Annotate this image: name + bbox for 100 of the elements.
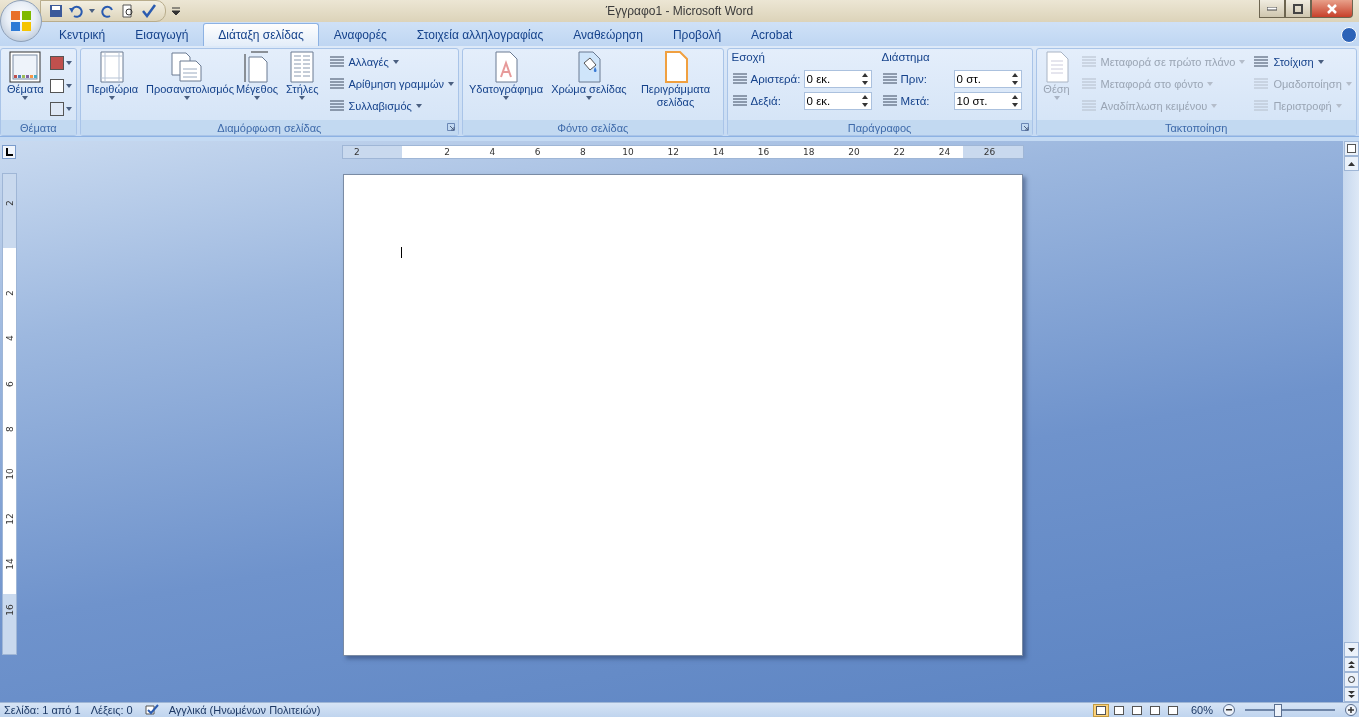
ruler-number: 14 — [4, 557, 15, 571]
left-tab-icon — [5, 148, 13, 156]
ribbon-button[interactable]: Αλλαγές — [328, 52, 454, 72]
ribbon-button[interactable]: Μέγεθος — [234, 51, 281, 120]
dialog-launcher-icon[interactable] — [447, 123, 455, 131]
ribbon-button[interactable]: Περιγράμματα σελίδας — [632, 51, 719, 120]
previous-page-button[interactable] — [1343, 657, 1359, 672]
layout-icon — [1113, 705, 1124, 715]
ribbon-tab[interactable]: Αναφορές — [318, 23, 402, 46]
caret-icon — [22, 96, 29, 100]
caret-icon — [65, 106, 72, 111]
spinner-icon[interactable] — [860, 94, 869, 108]
circle-icon — [1347, 676, 1355, 683]
help-icon[interactable] — [1341, 27, 1357, 43]
view-button[interactable] — [1092, 703, 1109, 717]
zoom-out-button[interactable] — [1223, 704, 1235, 716]
spin-field[interactable]: 0 εκ. — [803, 70, 872, 88]
ruler-number: 24 — [938, 146, 951, 158]
ruler-number: 18 — [803, 146, 815, 158]
ribbon-button[interactable]: Θέματα — [5, 51, 46, 120]
minimize-button[interactable] — [1259, 0, 1285, 18]
margins-icon — [98, 51, 127, 83]
section-heading: Διάστημα — [881, 51, 931, 65]
ribbon-button[interactable]: Χρώμα σελίδας — [549, 51, 629, 120]
ruler-number: 6 — [534, 146, 541, 158]
ribbon-tab[interactable]: Προβολή — [657, 23, 737, 46]
redo-icon[interactable] — [101, 4, 115, 18]
ruler-number: 2 — [444, 146, 451, 158]
caret-icon — [89, 9, 95, 13]
scroll-up-button[interactable] — [1343, 156, 1359, 171]
zoom-level[interactable]: 60% — [1190, 704, 1213, 716]
zoom-in-button[interactable] — [1345, 704, 1357, 716]
ruler-number: 2 — [353, 146, 360, 158]
group-label: Παράγραφος — [847, 121, 912, 134]
spin-field[interactable]: 10 στ. — [953, 92, 1022, 110]
save-icon[interactable] — [49, 4, 63, 18]
ruler-number: 8 — [4, 424, 15, 434]
spin-field[interactable]: 0 στ. — [953, 70, 1022, 88]
layout-icon — [1167, 705, 1178, 715]
minus-icon — [1226, 709, 1232, 711]
customize-caret-icon[interactable] — [172, 7, 180, 15]
ribbon-tab[interactable]: Κεντρική — [44, 23, 121, 46]
zoom-thumb[interactable] — [1274, 703, 1283, 717]
caret-icon — [448, 82, 454, 86]
lines-icon — [328, 55, 345, 69]
up-arrow-icon — [1347, 161, 1355, 166]
caret-icon — [1239, 60, 1246, 64]
ruler-number: 2 — [4, 289, 15, 299]
theme-effects-icon — [49, 101, 64, 116]
dialog-launcher-icon[interactable] — [1020, 123, 1029, 131]
language-label[interactable]: Αγγλικά (Ηνωμένων Πολιτειών) — [168, 704, 321, 716]
view-ruler-button[interactable] — [1343, 141, 1359, 156]
spin-field[interactable]: 0 εκ. — [803, 92, 872, 110]
undo-icon[interactable] — [69, 4, 83, 18]
ruler-number: 4 — [4, 334, 15, 344]
ruler-icon — [1346, 144, 1356, 153]
ruler-number: 14 — [712, 146, 725, 158]
ribbon-button[interactable]: Περιθώρια — [84, 51, 141, 120]
ruler-number: 8 — [579, 146, 586, 158]
caret-icon — [585, 96, 592, 100]
word-count[interactable]: Λέξεις: 0 — [90, 704, 133, 716]
lines-icon — [1253, 77, 1270, 91]
ruler-number: 26 — [983, 146, 996, 158]
ribbon-button[interactable]: Υδατογράφημα — [467, 51, 546, 120]
field-label: Δεξιά: — [750, 95, 782, 107]
office-button[interactable] — [0, 0, 42, 42]
spinner-icon[interactable] — [1010, 94, 1019, 108]
double-down-arrow-icon — [1347, 691, 1355, 698]
ribbon-tab[interactable]: Διάταξη σελίδας — [203, 23, 319, 46]
next-page-button[interactable] — [1343, 687, 1359, 702]
ribbon-tab[interactable]: Acrobat — [736, 23, 808, 46]
browse-object-button[interactable] — [1343, 672, 1359, 687]
caret-icon — [1207, 82, 1214, 86]
spinner-icon[interactable] — [860, 72, 869, 86]
ribbon-button[interactable]: Στοίχιση — [1253, 52, 1352, 72]
print-preview-icon[interactable] — [121, 4, 135, 18]
theme-colors-icon — [49, 55, 64, 70]
ruler-number: 12 — [4, 512, 15, 526]
ribbon-button[interactable]: Συλλαβισμός — [328, 96, 454, 116]
ruler-number: 16 — [4, 603, 15, 617]
ribbon-tab[interactable]: Στοιχεία αλληλογραφίας — [401, 23, 559, 46]
scroll-down-button[interactable] — [1343, 642, 1359, 657]
ribbon-tab[interactable]: Αναθεώρηση — [558, 23, 658, 46]
ribbon-tab[interactable]: Εισαγωγή — [120, 23, 204, 46]
spinner-icon[interactable] — [1010, 72, 1019, 86]
ribbon-button[interactable]: Στήλες — [284, 51, 321, 120]
caret-icon — [254, 96, 261, 100]
group-label: Διαμόρφωση σελίδας — [217, 121, 322, 134]
ruler-number: 20 — [848, 146, 860, 158]
layout-icon — [1131, 705, 1142, 715]
page-count[interactable]: Σελίδα: 1 από 1 — [4, 704, 81, 716]
close-button[interactable] — [1311, 0, 1353, 18]
down-arrow-icon — [1347, 647, 1355, 652]
restore-button[interactable] — [1285, 0, 1311, 18]
spelling-check-icon[interactable] — [141, 4, 157, 18]
group-label: Τακτοποίηση — [1164, 121, 1228, 134]
tab-stop-button[interactable] — [2, 145, 16, 159]
ribbon-button[interactable]: Αρίθμηση γραμμών — [328, 74, 454, 94]
pages-icon — [170, 51, 205, 83]
proofing-check-icon[interactable] — [142, 704, 159, 716]
